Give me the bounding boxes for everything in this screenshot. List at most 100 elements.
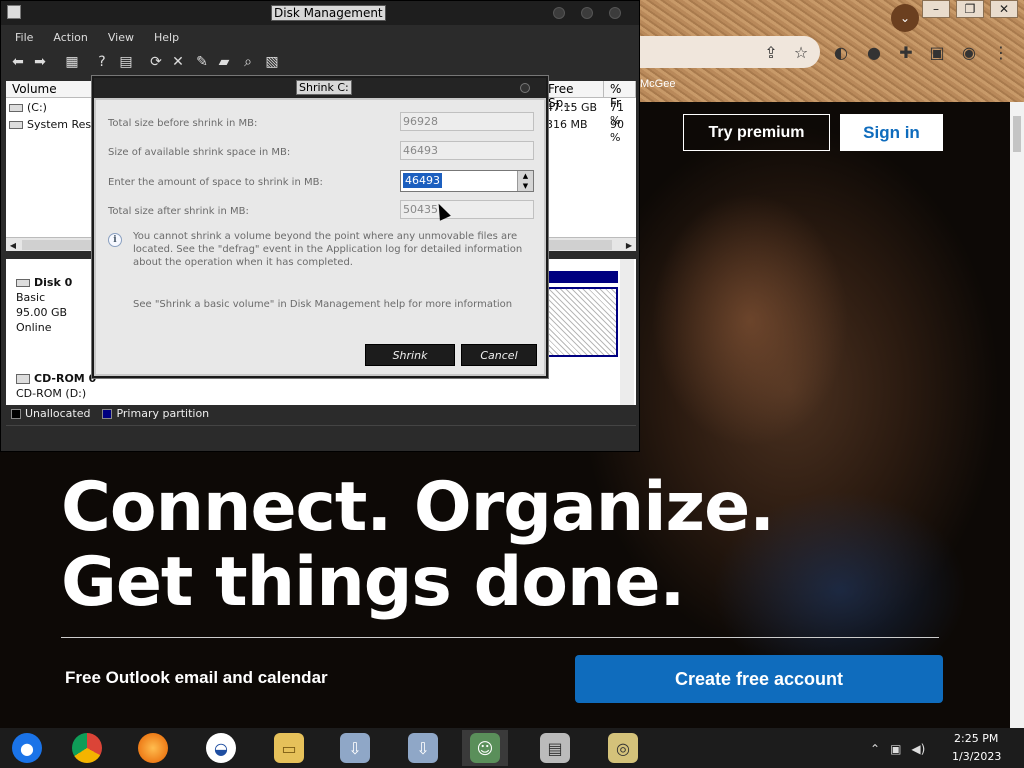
system-tray: ⌃ ▣ ◀): [870, 742, 925, 756]
network-icon[interactable]: ▣: [890, 742, 901, 756]
share-icon[interactable]: ⇪: [760, 41, 782, 63]
window-title: Disk Management: [271, 5, 386, 21]
chromium-taskbar-button[interactable]: ●: [4, 730, 50, 766]
forward-icon[interactable]: ➡: [31, 53, 49, 71]
title-bar[interactable]: Disk Management: [1, 1, 639, 25]
firefox-taskbar-button[interactable]: [130, 730, 176, 766]
campaign-logo-icon: ◒: [206, 733, 236, 763]
minimize-icon[interactable]: [553, 7, 565, 19]
list-item[interactable]: (C:): [9, 101, 47, 114]
disk-icon: [16, 278, 30, 287]
close-icon[interactable]: [609, 7, 621, 19]
hero-headline-line2: Get things done.: [61, 543, 685, 622]
search-icon[interactable]: ⌕: [239, 53, 257, 71]
clock-date[interactable]: 1/3/2023: [952, 750, 1001, 763]
maximize-icon[interactable]: [581, 7, 593, 19]
sidebar-icon[interactable]: ▣: [926, 41, 948, 63]
extension-avatar-icon[interactable]: ●: [863, 41, 885, 63]
network-setup-taskbar-button[interactable]: ⇩: [332, 730, 378, 766]
network-setup-2-taskbar-button[interactable]: ⇩: [400, 730, 446, 766]
scroll-right-icon[interactable]: ▶: [622, 238, 636, 252]
disk-management-taskbar-button[interactable]: ▤: [532, 730, 578, 766]
partition-c[interactable]: [546, 287, 618, 357]
page-scrollbar[interactable]: [1010, 102, 1024, 728]
vertical-scrollbar[interactable]: [620, 259, 634, 405]
show-hidden-icons-icon[interactable]: ⌃: [870, 742, 880, 756]
volume-icon[interactable]: ◀): [911, 742, 925, 756]
column-free-space[interactable]: Free Sp...: [542, 81, 604, 110]
minimize-icon[interactable]: –: [922, 0, 950, 18]
total-after-label: Total size after shrink in MB:: [108, 206, 249, 217]
hard-drive-taskbar-button[interactable]: ◎: [600, 730, 646, 766]
delete-icon[interactable]: ✕: [169, 53, 187, 71]
menu-action[interactable]: Action: [33, 27, 87, 49]
settings-icon[interactable]: ▧: [263, 53, 281, 71]
dialog-body: Total size before shrink in MB: 96928 Si…: [96, 100, 544, 374]
unallocated-swatch: [11, 408, 21, 419]
column-percent-free[interactable]: % Fr: [604, 81, 636, 110]
legend-unallocated: Unallocated: [25, 407, 91, 420]
try-premium-button[interactable]: Try premium: [683, 114, 830, 151]
available-space-label: Size of available shrink space in MB:: [108, 147, 291, 158]
primary-partition-swatch: [102, 408, 113, 419]
drive-icon: [9, 103, 23, 112]
dialog-title: Shrink C:: [296, 80, 352, 95]
firefox-icon: [138, 733, 168, 763]
list-item[interactable]: System Rese: [9, 118, 98, 131]
network-install-icon: ⇩: [408, 733, 438, 763]
dialog-title-bar[interactable]: Shrink C:: [94, 78, 546, 98]
drive-icon: [9, 120, 23, 129]
campaign-taskbar-button[interactable]: ◒: [198, 730, 244, 766]
spin-up-icon[interactable]: ▲: [523, 172, 528, 180]
help-icon[interactable]: ?: [93, 53, 111, 71]
disk-0-label[interactable]: Disk 0 Basic 95.00 GB Online: [16, 275, 72, 335]
shrink-amount-value[interactable]: 46493: [403, 173, 442, 188]
taskbar: ● ◒ ▭ ⇩ ⇩ ☺ ▤ ◎ ⌃ ▣ ◀) 2:25 PM 1/3/2023: [0, 728, 1024, 768]
help-text: See "Shrink a basic volume" in Disk Mana…: [133, 299, 513, 310]
menu-file[interactable]: File: [1, 27, 33, 49]
shrink-amount-label: Enter the amount of space to shrink in M…: [108, 177, 323, 188]
close-icon[interactable]: ✕: [990, 0, 1018, 18]
partition-header[interactable]: [546, 271, 618, 283]
status-bar: [6, 425, 636, 447]
create-account-button[interactable]: Create free account: [575, 655, 943, 703]
cancel-button[interactable]: Cancel: [461, 344, 537, 366]
scroll-left-icon[interactable]: ◀: [6, 238, 20, 252]
check-icon[interactable]: ✎: [193, 53, 211, 71]
close-icon[interactable]: [520, 83, 530, 93]
shrink-amount-input[interactable]: 46493 ▲ ▼: [400, 170, 534, 192]
network-install-icon: ⇩: [340, 733, 370, 763]
chrome-icon: [72, 733, 102, 763]
chrome-taskbar-button[interactable]: [64, 730, 110, 766]
back-icon[interactable]: ⬅: [9, 53, 27, 71]
properties-icon[interactable]: ▤: [117, 53, 135, 71]
available-space-field: 46493: [400, 141, 534, 160]
disk-management-icon: [7, 5, 21, 19]
extension-icon[interactable]: ◐: [830, 41, 852, 63]
cdrom-label[interactable]: CD-ROM 0 CD-ROM (D:): [16, 371, 96, 401]
info-icon: i: [108, 233, 122, 247]
menu-view[interactable]: View: [88, 27, 134, 49]
menu-icon[interactable]: ⋮: [990, 41, 1012, 63]
profile-chevron-icon[interactable]: ⌄: [891, 4, 919, 32]
account-icon[interactable]: ◉: [958, 41, 980, 63]
free-space-cell: 47.15 GB: [546, 101, 598, 114]
open-folder-icon[interactable]: ▰: [215, 53, 233, 71]
bookmark-star-icon[interactable]: ☆: [790, 41, 812, 63]
people-taskbar-button[interactable]: ☺: [462, 730, 508, 766]
console-tree-icon[interactable]: ▦: [63, 53, 81, 71]
folder-icon: ▭: [274, 733, 304, 763]
chromium-icon: ●: [12, 733, 42, 763]
clock-time[interactable]: 2:25 PM: [954, 732, 998, 745]
spin-down-icon[interactable]: ▼: [523, 182, 528, 190]
menu-help[interactable]: Help: [134, 27, 179, 49]
bookmark-item[interactable]: McGee: [640, 78, 675, 90]
file-explorer-taskbar-button[interactable]: ▭: [266, 730, 312, 766]
sign-in-button[interactable]: Sign in: [840, 114, 943, 151]
refresh-icon[interactable]: ⟳: [147, 53, 165, 71]
shrink-button[interactable]: Shrink: [365, 344, 455, 366]
puzzle-icon[interactable]: ✚: [895, 41, 917, 63]
shrink-dialog: Shrink C: Total size before shrink in MB…: [92, 76, 548, 378]
maximize-icon[interactable]: ❐: [956, 0, 984, 18]
spinner[interactable]: ▲ ▼: [517, 171, 533, 191]
